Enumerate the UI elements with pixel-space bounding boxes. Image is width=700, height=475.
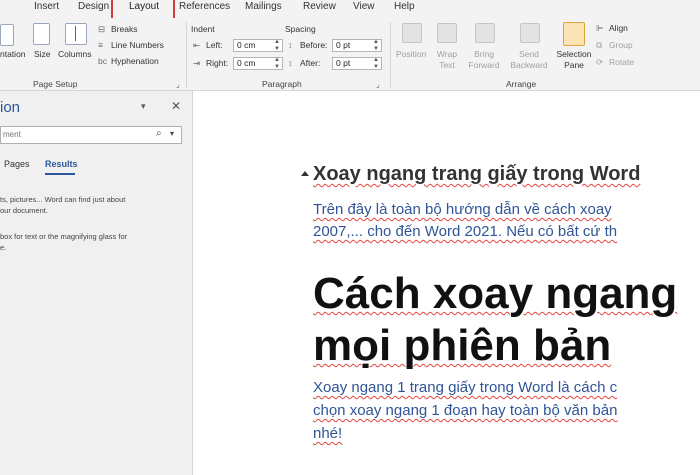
tab-references[interactable]: References — [179, 1, 230, 12]
ribbon: ntation Size Columns ⊟ Breaks ≡ Line Num… — [0, 18, 700, 91]
tab-review[interactable]: Review — [303, 1, 336, 12]
wrap-text-icon[interactable] — [437, 23, 457, 43]
document-area[interactable]: Xoay ngang trang giấy trong Word Trên đâ… — [193, 91, 700, 475]
hyphenation-icon: bc — [98, 56, 107, 66]
spacing-after-label: After: — [300, 58, 321, 68]
navigation-pane: ion ▾ ✕ ment ⌕ ▾ Pages Results ts, pictu… — [0, 91, 193, 475]
align-icon: ⊫ — [596, 23, 604, 33]
selection-pane-button[interactable]: Selection Pane — [555, 49, 593, 71]
paragraph-1-line-2: 2007,... cho đến Word 2021. Nếu có bất c… — [313, 223, 618, 240]
spacing-after-value: 0 pt — [336, 58, 351, 68]
page-setup-launcher-icon[interactable]: ⌟ — [176, 80, 180, 89]
help-text-line: our document. — [0, 206, 48, 215]
rotate-icon: ⟳ — [596, 57, 604, 67]
indent-label: Indent — [191, 24, 215, 34]
spacing-before-icon: ↕ — [288, 40, 293, 50]
position-icon[interactable] — [402, 23, 422, 43]
navigation-pane-title: ion — [0, 99, 21, 116]
group-divider — [186, 22, 187, 88]
spacing-before-value: 0 pt — [336, 40, 351, 50]
rotate-button[interactable]: Rotate — [609, 57, 634, 67]
group-divider — [390, 22, 391, 88]
active-tab-indicator — [45, 173, 75, 175]
indent-right-input[interactable]: 0 cm ▲ ▼ — [233, 57, 283, 70]
ribbon-tab-bar: Insert Design Layout References Mailings… — [0, 0, 700, 20]
line-numbers-icon: ≡ — [98, 40, 103, 50]
align-button[interactable]: Align — [609, 23, 628, 33]
results-help-text-2: box for text or the magnifying glass for… — [0, 231, 170, 253]
search-placeholder: ment — [3, 130, 21, 139]
indent-right-icon: ⇥ — [193, 58, 201, 68]
indent-right-value: 0 cm — [237, 58, 256, 68]
help-text-line: box for text or the magnifying glass for — [0, 232, 128, 241]
nav-tab-results[interactable]: Results — [45, 159, 78, 169]
send-backward-icon[interactable] — [520, 23, 540, 43]
collapse-heading-icon[interactable] — [301, 171, 309, 176]
indent-left-input[interactable]: 0 cm ▲ ▼ — [233, 39, 283, 52]
help-text-line: e. — [0, 243, 7, 252]
spinner-arrows-icon[interactable]: ▲ ▼ — [274, 39, 280, 53]
spinner-arrows-icon[interactable]: ▲ ▼ — [373, 57, 379, 71]
tab-insert[interactable]: Insert — [34, 1, 59, 12]
position-button[interactable]: Position — [396, 49, 426, 59]
nav-tab-pages[interactable]: Pages — [4, 159, 30, 169]
paragraph-2-line-2: chọn xoay ngang 1 đoạn hay toàn bộ văn b… — [313, 402, 618, 419]
tab-mailings[interactable]: Mailings — [245, 1, 282, 12]
orientation-label[interactable]: ntation — [0, 49, 26, 59]
paragraph-2-line-1: Xoay ngang 1 trang giấy trong Word là cá… — [313, 379, 618, 396]
spacing-before-input[interactable]: 0 pt ▲ ▼ — [332, 39, 382, 52]
group-button[interactable]: Group — [609, 40, 633, 50]
line-numbers-button[interactable]: Line Numbers — [111, 40, 164, 50]
paragraph-group-label: Paragraph — [262, 79, 302, 89]
spacing-after-icon: ↕ — [288, 58, 293, 68]
help-text-line: ts, pictures... Word can find just about — [0, 195, 126, 204]
tab-design[interactable]: Design — [78, 1, 109, 12]
hyphenation-button[interactable]: Hyphenation — [111, 56, 159, 66]
spacing-before-label: Before: — [300, 40, 328, 50]
tab-view[interactable]: View — [353, 1, 375, 12]
search-document-input[interactable]: ment ⌕ ▾ — [0, 126, 182, 144]
indent-right-label: Right: — [206, 58, 229, 68]
paragraph-1-line-1: Trên đây là toàn bộ hướng dẫn về cách xo… — [313, 201, 612, 218]
heading-1-line-2: mọi phiên bản — [313, 321, 612, 370]
breaks-icon: ⊟ — [98, 24, 106, 34]
size-icon[interactable] — [33, 23, 50, 45]
tab-help[interactable]: Help — [394, 1, 415, 12]
arrange-group-label: Arrange — [506, 79, 537, 89]
bring-forward-button[interactable]: Bring Forward — [463, 49, 505, 71]
selection-pane-icon[interactable] — [563, 22, 585, 46]
heading-1-line-1: Cách xoay ngang — [313, 269, 678, 318]
send-backward-button[interactable]: Send Backward — [505, 49, 553, 71]
bring-forward-icon[interactable] — [475, 23, 495, 43]
indent-left-label: Left: — [206, 40, 223, 50]
page-setup-group-label: Page Setup — [33, 79, 78, 89]
layout-tab-highlight — [111, 0, 175, 20]
results-help-text-1: ts, pictures... Word can find just about… — [0, 194, 170, 216]
paragraph-2-line-3: nhé! — [313, 425, 343, 442]
heading-2: Xoay ngang trang giấy trong Word — [313, 163, 641, 185]
spinner-arrows-icon[interactable]: ▲ ▼ — [373, 39, 379, 53]
indent-left-icon: ⇤ — [193, 40, 201, 50]
group-icon: ⧉ — [596, 40, 603, 50]
spinner-arrows-icon[interactable]: ▲ ▼ — [274, 57, 280, 71]
columns-button[interactable]: Columns — [58, 49, 92, 59]
search-icon[interactable]: ⌕ — [156, 128, 162, 139]
indent-left-value: 0 cm — [237, 40, 256, 50]
size-button[interactable]: Size — [34, 49, 51, 59]
close-icon[interactable]: ✕ — [171, 99, 181, 113]
pane-options-icon[interactable]: ▾ — [141, 101, 146, 112]
columns-icon[interactable] — [65, 23, 87, 45]
wrap-text-button[interactable]: Wrap Text — [434, 49, 460, 71]
breaks-button[interactable]: Breaks — [111, 24, 137, 34]
paragraph-launcher-icon[interactable]: ⌟ — [376, 80, 380, 89]
spacing-label: Spacing — [285, 24, 316, 34]
chevron-down-icon[interactable]: ▾ — [170, 129, 174, 138]
orientation-icon[interactable] — [0, 24, 14, 46]
spacing-after-input[interactable]: 0 pt ▲ ▼ — [332, 57, 382, 70]
